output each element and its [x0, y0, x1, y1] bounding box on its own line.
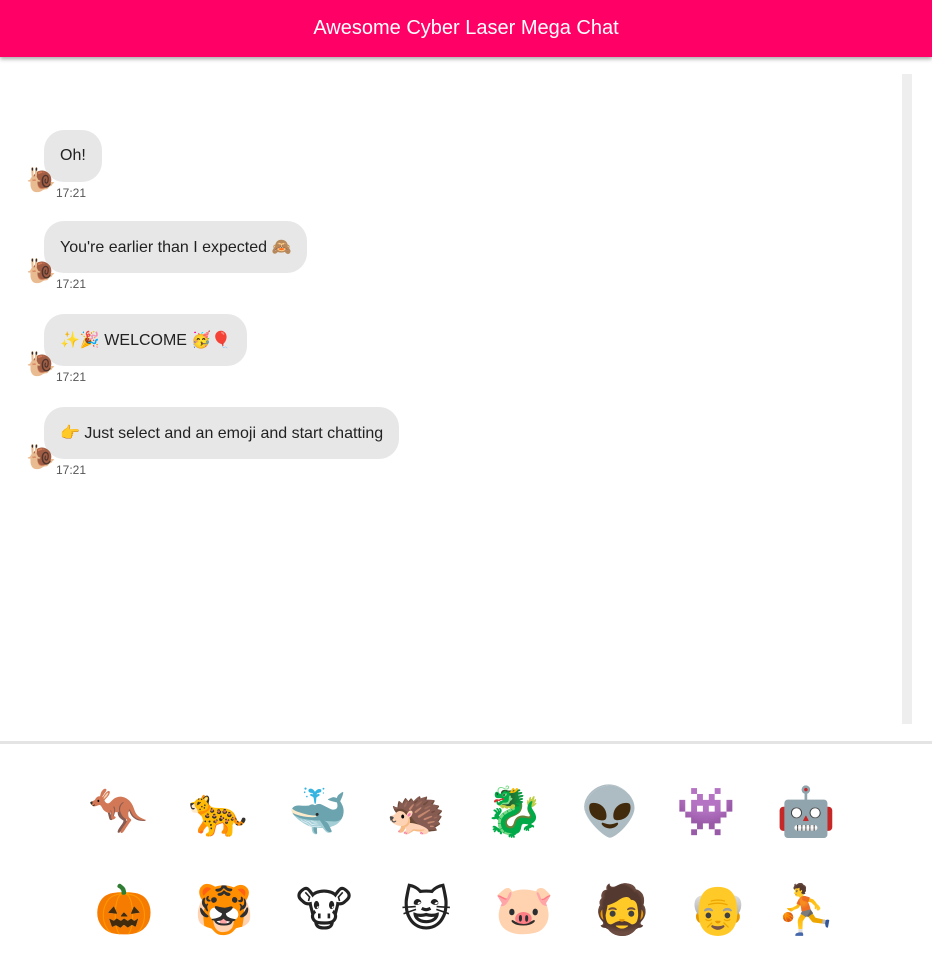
kangaroo-emoji-button[interactable]: 🦘: [86, 780, 150, 844]
message-time: 17:21: [56, 370, 87, 384]
app-title: Awesome Cyber Laser Mega Chat: [313, 17, 619, 39]
cat-emoji-button[interactable]: 😺: [394, 878, 458, 942]
emoji-picker: 🦘 🐆 🐳 🦔 🐉 👽 👾 🤖 🎃 🐯 🐮 😺 🐷 🧔 👴 ⛹: [0, 744, 932, 962]
robot-emoji-button[interactable]: 🤖: [774, 780, 838, 844]
snail-avatar-icon: 🐌: [26, 443, 56, 471]
basketball-player-emoji-button[interactable]: ⛹: [774, 878, 838, 942]
tiger-emoji-button[interactable]: 🐯: [192, 878, 256, 942]
bearded-man-emoji-button[interactable]: 🧔: [590, 878, 654, 942]
message-bubble: ✨🎉 WELCOME 🥳🎈: [44, 314, 248, 366]
message-bubble: 👉 Just select and an emoji and start cha…: [44, 407, 400, 459]
message-time: 17:21: [56, 186, 87, 200]
message-bubble: You're earlier than I expected 🙈: [44, 221, 308, 273]
pig-emoji-button[interactable]: 🐷: [492, 878, 556, 942]
message-time: 17:21: [56, 277, 87, 291]
leopard-emoji-button[interactable]: 🐆: [186, 780, 250, 844]
alien-emoji-button[interactable]: 👽: [578, 780, 642, 844]
pumpkin-emoji-button[interactable]: 🎃: [92, 878, 156, 942]
app-header: Awesome Cyber Laser Mega Chat: [0, 0, 932, 57]
dragon-emoji-button[interactable]: 🐉: [482, 780, 546, 844]
old-man-emoji-button[interactable]: 👴: [686, 878, 750, 942]
message-time: 17:21: [56, 463, 87, 477]
snail-avatar-icon: 🐌: [26, 257, 56, 285]
message-list[interactable]: Oh! 🐌 17:21 You're earlier than I expect…: [0, 57, 932, 742]
snail-avatar-icon: 🐌: [26, 166, 56, 194]
scrollbar[interactable]: [902, 74, 912, 724]
snail-avatar-icon: 🐌: [26, 350, 56, 378]
whale-emoji-button[interactable]: 🐳: [286, 780, 350, 844]
space-invader-emoji-button[interactable]: 👾: [674, 780, 738, 844]
hedgehog-emoji-button[interactable]: 🦔: [384, 780, 448, 844]
cow-emoji-button[interactable]: 🐮: [292, 878, 356, 942]
